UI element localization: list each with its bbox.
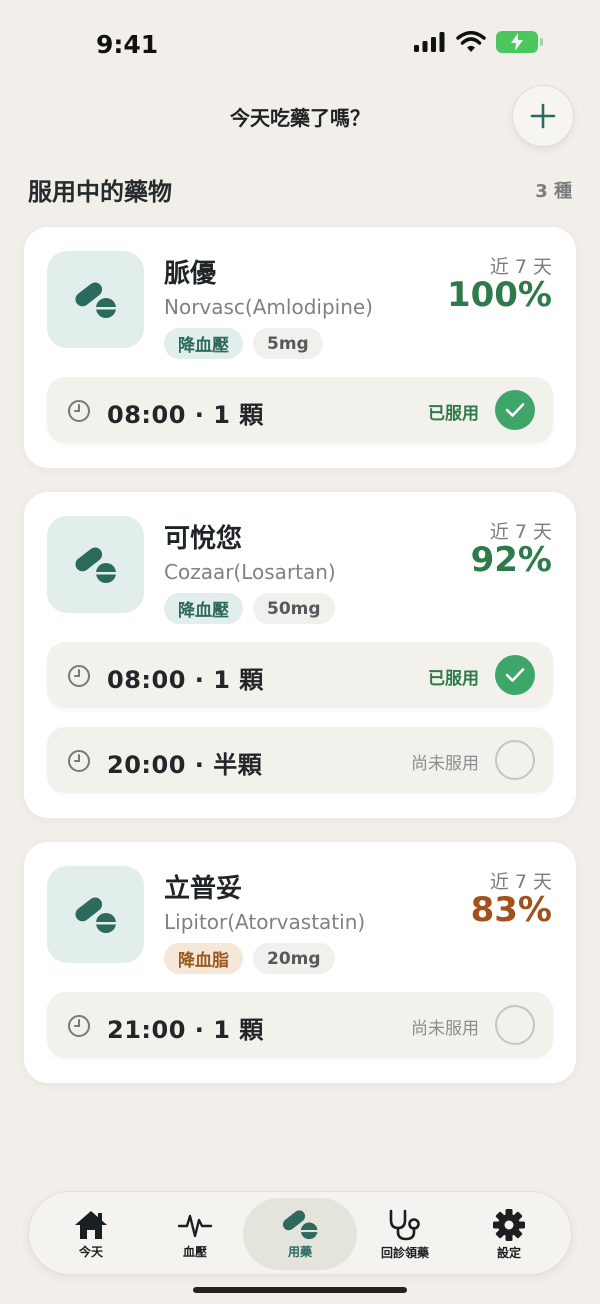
medication-icon-box	[47, 866, 144, 963]
taken-check-button[interactable]	[495, 390, 535, 430]
tab-bar: 今天 血壓 用藥 回診領藥 設定	[28, 1191, 572, 1275]
dose-status: 已服用	[428, 669, 479, 689]
dose-row[interactable]: 08:00 · 1 顆 已服用	[47, 377, 553, 443]
tab-checkup[interactable]: 回診領藥	[355, 1198, 455, 1270]
tag-row: 降血脂 20mg	[164, 943, 335, 974]
dose-time: 21:00 · 1 顆	[107, 1016, 264, 1044]
dose-status: 已服用	[428, 404, 479, 424]
clock-icon	[68, 400, 90, 422]
battery-icon	[496, 31, 543, 53]
tag-row: 降血壓 5mg	[164, 328, 323, 359]
dose-tag: 50mg	[253, 593, 335, 624]
medication-card[interactable]: 立普妥 Lipitor(Atorvastatin) 降血脂 20mg 近 7 天…	[24, 842, 576, 1083]
stethoscope-icon	[389, 1209, 420, 1240]
tab-today[interactable]: 今天	[41, 1198, 141, 1270]
medication-generic-name: Lipitor(Atorvastatin)	[164, 910, 366, 934]
dose-row[interactable]: 20:00 · 半顆 尚未服用	[47, 727, 553, 793]
dose-tag: 20mg	[253, 943, 335, 974]
medication-card[interactable]: 可悅您 Cozaar(Losartan) 降血壓 50mg 近 7 天 92% …	[24, 492, 576, 818]
dose-time: 08:00 · 1 顆	[107, 401, 264, 429]
page-title: 今天吃藥了嗎？	[230, 106, 370, 130]
section-title: 服用中的藥物	[28, 178, 172, 206]
pill-icon	[74, 281, 116, 318]
adherence-value: 83%	[470, 890, 552, 930]
mark-taken-button[interactable]	[495, 1005, 535, 1045]
tab-settings[interactable]: 設定	[459, 1198, 559, 1270]
wifi-icon	[456, 31, 486, 52]
home-icon	[75, 1210, 107, 1239]
status-bar: 9:41	[0, 0, 600, 90]
heartbeat-icon	[177, 1214, 213, 1237]
dose-row[interactable]: 08:00 · 1 顆 已服用	[47, 642, 553, 708]
clock-icon	[68, 665, 90, 687]
dose-time: 08:00 · 1 顆	[107, 666, 264, 694]
tab-label: 回診領藥	[380, 1245, 429, 1260]
adherence-value: 100%	[446, 275, 552, 315]
tab-medication[interactable]: 用藥	[243, 1198, 357, 1270]
tab-label: 血壓	[182, 1244, 207, 1259]
category-tag: 降血壓	[164, 328, 243, 359]
clock-icon	[68, 750, 90, 772]
medication-generic-name: Norvasc(Amlodipine)	[164, 295, 373, 319]
gear-icon	[493, 1208, 525, 1241]
category-tag: 降血脂	[164, 943, 243, 974]
check-icon	[505, 403, 525, 417]
pill-icon	[282, 1209, 318, 1239]
medication-card[interactable]: 脈優 Norvasc(Amlodipine) 降血壓 5mg 近 7 天 100…	[24, 227, 576, 468]
add-medication-button[interactable]	[512, 85, 574, 147]
tab-label: 今天	[78, 1244, 103, 1259]
dose-row[interactable]: 21:00 · 1 顆 尚未服用	[47, 992, 553, 1058]
dose-tag: 5mg	[253, 328, 323, 359]
medication-name: 可悅您	[164, 524, 243, 554]
tag-row: 降血壓 50mg	[164, 593, 335, 624]
adherence-value: 92%	[470, 540, 552, 580]
medication-name: 脈優	[164, 259, 217, 289]
dose-status: 尚未服用	[411, 754, 479, 774]
category-tag: 降血壓	[164, 593, 243, 624]
status-icons	[414, 31, 543, 53]
taken-check-button[interactable]	[495, 655, 535, 695]
medication-name: 立普妥	[164, 874, 243, 904]
medication-generic-name: Cozaar(Losartan)	[164, 560, 336, 584]
cellular-signal-icon	[414, 32, 445, 52]
check-icon	[505, 668, 525, 682]
medication-count: 3 種	[535, 181, 572, 202]
dose-status: 尚未服用	[411, 1019, 479, 1039]
pill-icon	[74, 896, 116, 933]
dose-time: 20:00 · 半顆	[107, 751, 263, 779]
tab-label: 設定	[496, 1245, 521, 1260]
medication-icon-box	[47, 516, 144, 613]
pill-icon	[74, 546, 116, 583]
plus-icon	[530, 103, 556, 129]
medication-icon-box	[47, 251, 144, 348]
tab-label: 用藥	[287, 1244, 312, 1259]
app-screen: 9:41 今天吃藥了嗎？ 服用中的藥物 3 種 脈優 Norvasc(Amlod…	[0, 0, 600, 1304]
tab-blood-pressure[interactable]: 血壓	[145, 1198, 245, 1270]
mark-taken-button[interactable]	[495, 740, 535, 780]
status-time: 9:41	[96, 30, 159, 59]
home-indicator	[193, 1287, 407, 1293]
clock-icon	[68, 1015, 90, 1037]
